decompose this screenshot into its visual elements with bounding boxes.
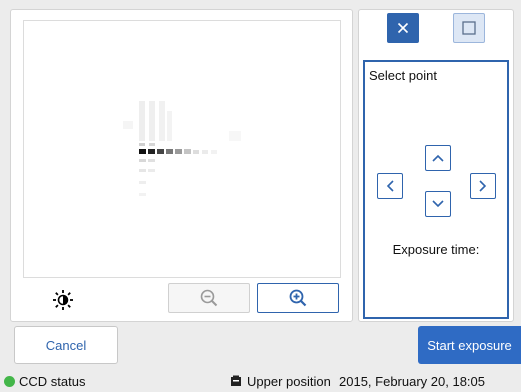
start-exposure-button[interactable]: Start exposure [418,326,521,364]
image-panel [10,9,353,322]
cancel-button[interactable]: Cancel [14,326,118,364]
brightness-icon [53,290,73,310]
select-point-tool-button[interactable] [387,13,419,43]
chevron-up-icon [432,154,444,162]
move-down-button[interactable] [425,191,451,217]
select-area-tool-button[interactable] [453,13,485,43]
chevron-right-icon [479,180,487,192]
tray-position-icon [231,375,241,386]
date-time-label: 2015, February 20, 18:05 [339,374,485,389]
blot-image-viewer[interactable] [23,20,341,278]
brightness-button[interactable] [49,286,77,314]
ccd-status-indicator-icon [4,376,15,387]
move-left-button[interactable] [377,173,403,199]
blot-image [123,101,241,196]
ccd-status-label: CCD status [19,374,86,389]
exposure-time-label: Exposure time: [392,242,480,257]
position-label: Upper position [247,374,331,389]
zoom-out-button[interactable] [168,283,250,313]
zoom-in-icon [289,289,307,307]
move-up-button[interactable] [425,145,451,171]
move-right-button[interactable] [470,173,496,199]
square-icon [462,21,476,35]
point-control-box: Select point Exposure time: [363,60,509,319]
chevron-down-icon [432,200,444,208]
zoom-out-icon [200,289,218,307]
select-point-label: Select point [369,68,437,83]
zoom-in-button[interactable] [257,283,339,313]
status-bar: CCD status Upper position 2015, February… [0,370,521,392]
control-panel: Select point Exposure time: [358,9,514,322]
close-x-icon [397,22,409,34]
chevron-left-icon [386,180,394,192]
